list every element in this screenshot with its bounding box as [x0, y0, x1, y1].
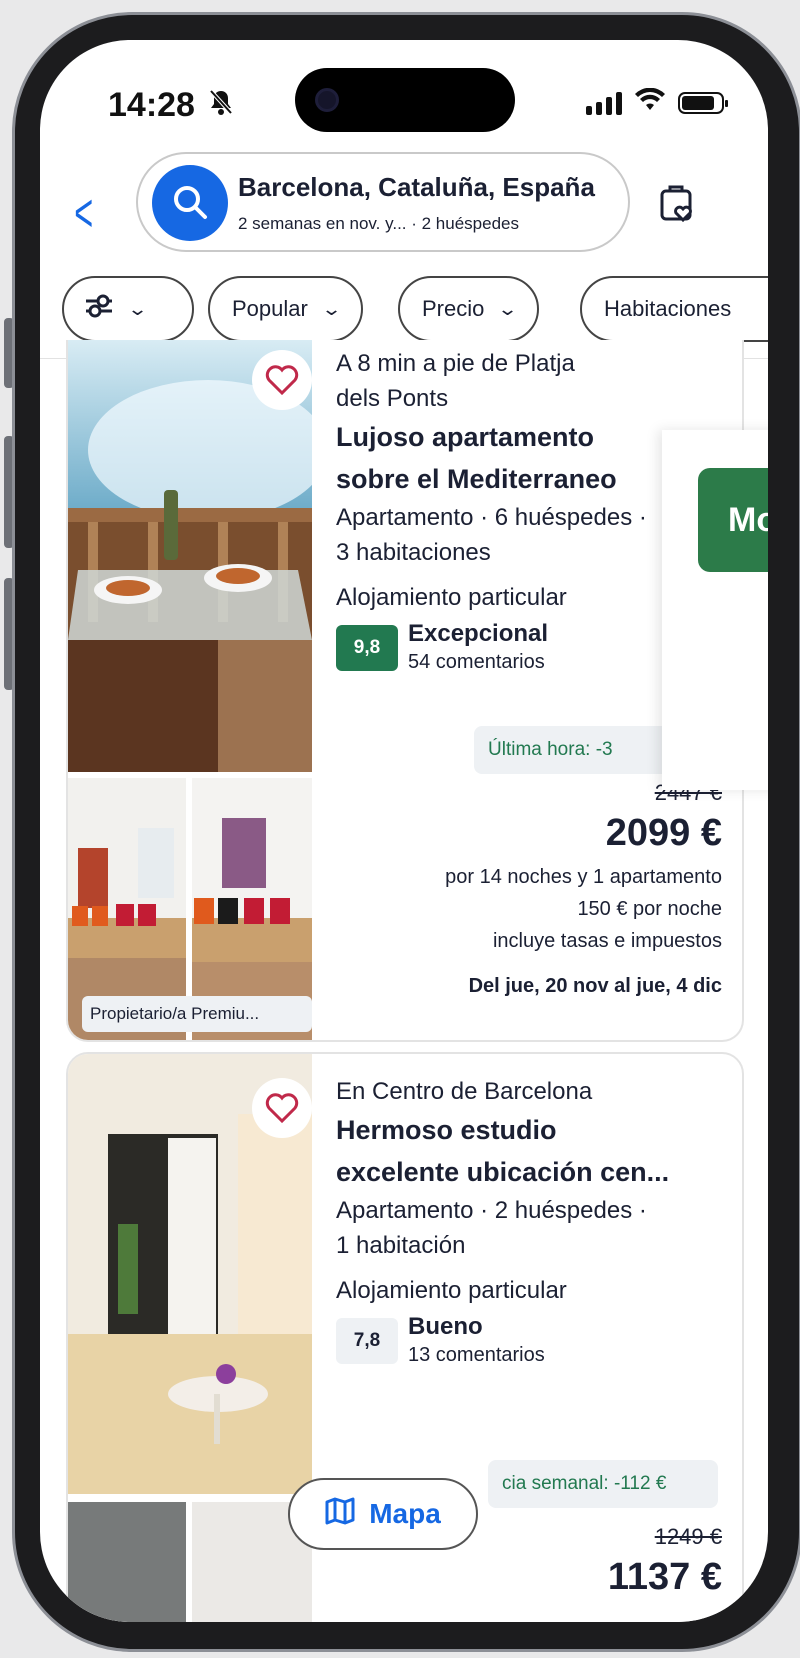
status-time: 14:28 [108, 86, 195, 124]
chevron-down-icon: ⌄ [497, 298, 519, 319]
cellular-signal-icon [586, 91, 622, 115]
bell-off-icon [208, 88, 234, 123]
chip-label: Popular [232, 296, 308, 321]
old-price: 1249 € [654, 1524, 722, 1549]
listing-card[interactable]: Propietario/a Premiu... A 8 min a pie de… [66, 340, 744, 1042]
camera-icon [315, 88, 339, 112]
search-icon [152, 165, 228, 241]
chevron-down-icon: ⌄ [320, 298, 342, 319]
battery-icon [678, 91, 728, 114]
listing-location: A 8 min a pie de Platja [336, 350, 575, 377]
listing-photo-extra-1[interactable] [68, 1502, 186, 1622]
chevron-down-icon: ⌄ [126, 298, 149, 319]
price-block: 1249 € 1137 € [608, 1524, 722, 1599]
favorite-heart-icon[interactable] [252, 1078, 312, 1138]
phone-stage: 14:28 < Barcelona, Cataluña, España 2 se… [0, 0, 800, 1658]
current-price: 1137 € [607, 1556, 722, 1598]
chip-label: Precio [422, 296, 485, 321]
review-count: 13 comentarios [408, 1344, 545, 1366]
search-summary-pill[interactable]: Barcelona, Cataluña, España 2 semanas en… [136, 152, 630, 252]
map-button-label: Mapa [369, 1498, 441, 1529]
rating-score-badge: 7,8 [336, 1318, 398, 1364]
stay-dates: Del jue, 20 nov al jue, 4 dic [468, 975, 722, 997]
listing-type: Apartamento · 2 huéspedes · [336, 1197, 647, 1224]
nightly-price: 150 € por noche [577, 898, 722, 920]
price-block: 2447 € 2099 € por 14 noches y 1 apartame… [445, 780, 722, 998]
app-screen: 14:28 < Barcelona, Cataluña, España 2 se… [40, 40, 768, 1622]
promo-overlay-panel[interactable]: Mol · [662, 430, 768, 790]
sort-popular-chip[interactable]: Popular ⌄ [208, 276, 363, 342]
listing-rating: 7,8 Bueno 13 comentarios [336, 1312, 722, 1368]
listing-title: excelente ubicación cen... [336, 1157, 670, 1187]
taxes-note: incluye tasas e impuestos [492, 930, 722, 952]
listing-location: En Centro de Barcelona [336, 1078, 593, 1105]
promo-button[interactable]: Mol [698, 468, 768, 572]
rating-word: Bueno [408, 1313, 483, 1340]
price-note: por 14 noches y 1 apartamento [445, 866, 722, 888]
search-destination: Barcelona, Cataluña, España [238, 172, 595, 202]
rating-score-badge: 9,8 [336, 625, 398, 671]
listing-rooms: 1 habitación [336, 1232, 466, 1259]
search-details: 2 semanas en nov. y... · 2 huéspedes [238, 214, 519, 233]
wifi-icon [634, 87, 666, 117]
owner-badge: Propietario/a Premiu... [82, 996, 312, 1032]
price-filter-chip[interactable]: Precio ⌄ [398, 276, 540, 342]
current-price: 2099 € [605, 812, 722, 854]
rating-word: Excepcional [408, 620, 549, 647]
chip-label: Habitaciones [604, 296, 732, 321]
listing-host-type: Alojamiento particular [336, 1277, 567, 1304]
saved-trips-icon[interactable] [658, 182, 698, 229]
sliders-icon [84, 293, 114, 325]
deal-badge: cia semanal: -112 € [488, 1460, 718, 1508]
back-button[interactable]: < [74, 182, 93, 244]
map-button[interactable]: Mapa [288, 1478, 478, 1550]
favorite-heart-icon[interactable] [252, 350, 312, 410]
dynamic-island [295, 68, 515, 132]
review-count: 54 comentarios [408, 651, 545, 673]
listing-info: En Centro de Barcelona Hermoso estudio e… [336, 1074, 722, 1368]
listing-location: dels Ponts [336, 385, 449, 412]
filters-button[interactable]: ⌄ [62, 276, 194, 342]
listing-title: Hermoso estudio [336, 1115, 557, 1145]
map-icon [325, 1497, 355, 1532]
rooms-filter-chip[interactable]: Habitaciones [580, 276, 768, 342]
status-icons [586, 87, 728, 117]
